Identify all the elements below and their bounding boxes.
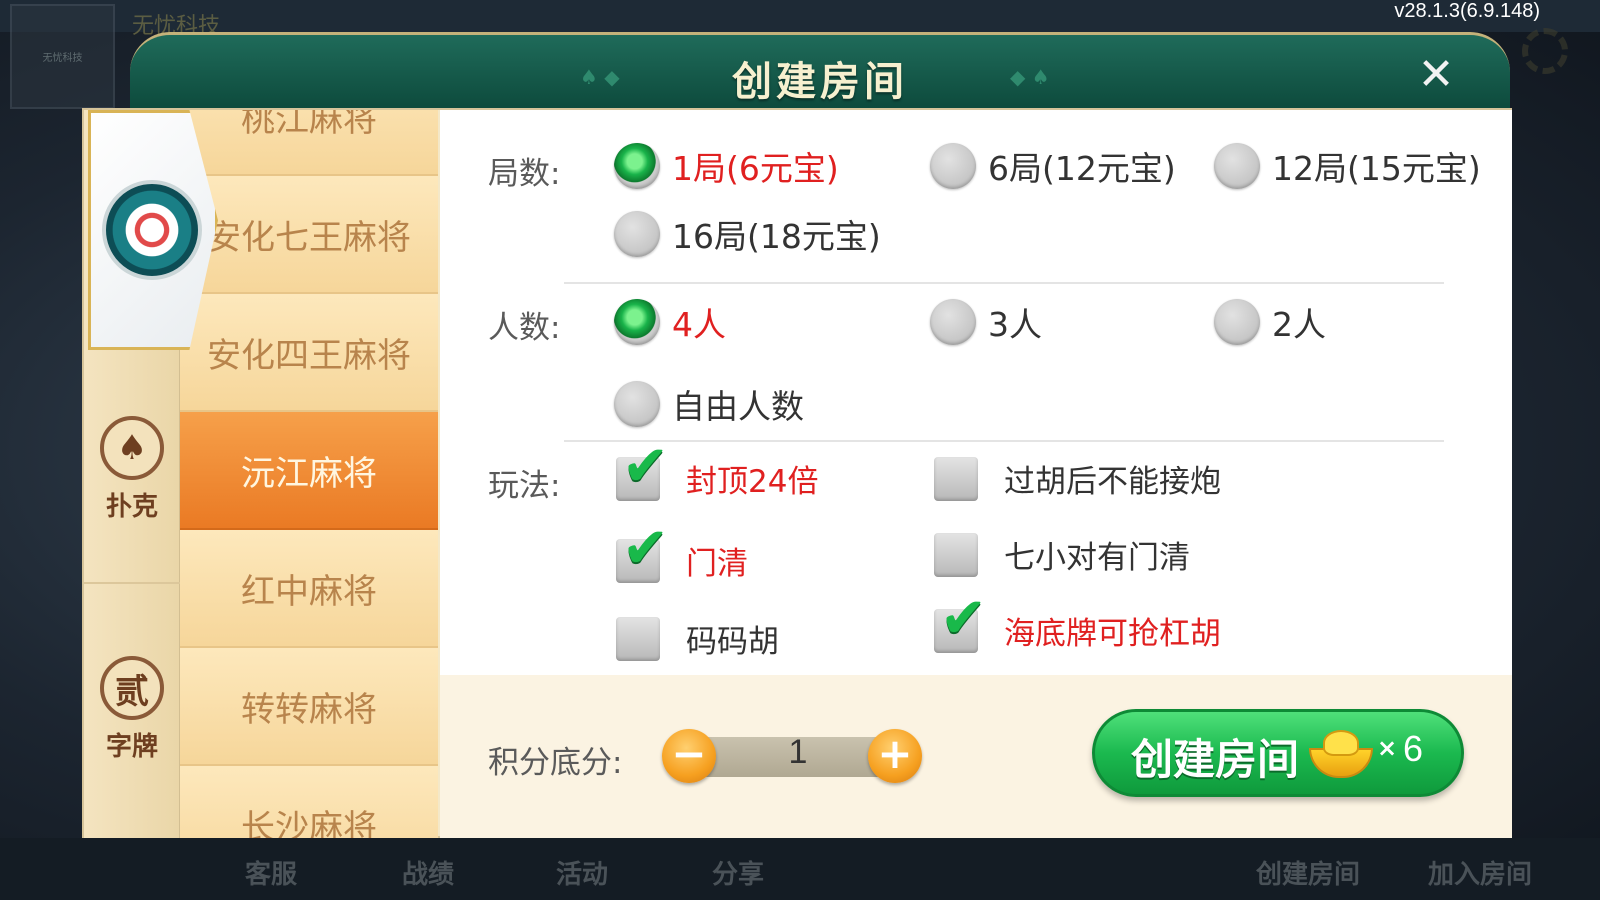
dialog-body: ♠ 扑克 贰 字牌 桃江麻将 安化七王麻将 安化四王麻将 沅江麻将 红中麻将 转… [82, 108, 1512, 838]
checkbox-icon: ✔ [616, 520, 669, 583]
rule-mamahu[interactable]: 码码胡 [616, 616, 779, 661]
decrement-button[interactable]: − [662, 729, 716, 783]
radio-icon [1214, 143, 1260, 189]
char-icon: 贰 [100, 656, 164, 720]
nav-share: 分享 [712, 860, 765, 890]
game-item-hongzhong[interactable]: 红中麻将 [180, 530, 438, 648]
rounds-option-6[interactable]: 6局(12元宝) [930, 142, 1176, 190]
category-label-zipai: 字牌 [105, 732, 158, 762]
players-option-free[interactable]: 自由人数 [614, 380, 804, 428]
divider [84, 582, 180, 584]
rounds-option-label: 16局(18元宝) [672, 217, 881, 256]
players-option-2[interactable]: 2人 [1214, 298, 1326, 346]
company-logo: 无忧科技 [10, 4, 115, 109]
rule-label: 七小对有门清 [1004, 540, 1190, 576]
rule-label: 门清 [686, 546, 748, 582]
rule-label: 码码胡 [686, 624, 779, 660]
rounds-option-12[interactable]: 12局(15元宝) [1214, 142, 1481, 190]
divider [564, 440, 1444, 442]
checkmark-icon: ✔ [940, 585, 987, 651]
rule-no-pao-after-hu[interactable]: 过胡后不能接炮 [934, 456, 1221, 501]
checkmark-icon: ✔ [622, 515, 669, 581]
checkbox-icon [616, 616, 660, 661]
rounds-option-label: 6局(12元宝) [988, 149, 1176, 188]
players-option-label: 自由人数 [672, 387, 804, 426]
spade-icon: ♠ [100, 416, 164, 480]
players-option-label: 3人 [988, 305, 1042, 344]
players-option-label: 4人 [672, 305, 726, 344]
game-item-anhua-4wang[interactable]: 安化四王麻将 [180, 294, 438, 412]
rule-label: 海底牌可抢杠胡 [1004, 616, 1221, 652]
category-tab-poker[interactable]: ♠ 扑克 [84, 416, 180, 523]
players-option-3[interactable]: 3人 [930, 298, 1042, 346]
gold-ingot-icon [1309, 730, 1373, 780]
create-room-button[interactable]: 创建房间 × 6 [1092, 709, 1464, 797]
dialog-title: 创建房间 [732, 59, 908, 105]
nav-records: 战绩 [402, 860, 455, 890]
mahjong-icon [102, 180, 202, 280]
rule-menqing[interactable]: ✔ 门清 [616, 520, 748, 583]
radio-icon [614, 211, 660, 257]
game-item-yuanjiang[interactable]: 沅江麻将 [180, 412, 438, 530]
game-list: 桃江麻将 安化七王麻将 安化四王麻将 沅江麻将 红中麻将 转转麻将 长沙麻将 [180, 110, 438, 838]
radio-icon [930, 299, 976, 345]
rule-label: 封顶24倍 [686, 464, 819, 500]
rounds-label: 局数: [488, 156, 561, 192]
category-tab-zipai[interactable]: 贰 字牌 [84, 656, 180, 763]
gear-icon [1522, 28, 1568, 74]
dialog-header: ♠ ◆ 创建房间 ◆ ♠ ✕ [130, 32, 1510, 110]
version-label: v28.1.3(6.9.148) [1394, 0, 1540, 22]
close-icon: ✕ [1417, 49, 1455, 100]
rule-cap-24x[interactable]: ✔ 封顶24倍 [616, 438, 819, 501]
lobby-top-bar [0, 0, 1600, 32]
rounds-option-label: 1局(6元宝) [672, 149, 839, 188]
radio-selected-icon [614, 299, 660, 345]
lobby-bottom-bar: 客服 战绩 活动 分享 创建房间 加入房间 [0, 838, 1600, 900]
game-item-zhuanzhuan[interactable]: 转转麻将 [180, 648, 438, 766]
rounds-option-label: 12局(15元宝) [1272, 149, 1481, 188]
nav-create-room: 创建房间 [1256, 860, 1361, 890]
game-item-taojiang[interactable]: 桃江麻将 [180, 110, 438, 176]
checkbox-icon [934, 532, 978, 577]
rounds-option-16[interactable]: 16局(18元宝) [614, 210, 881, 258]
create-cost: 6 [1403, 728, 1424, 769]
checkbox-icon: ✔ [934, 590, 987, 653]
logo-text: 无忧科技 [42, 53, 83, 64]
base-score-label: 积分底分: [488, 745, 623, 781]
create-room-label: 创建房间 [1131, 735, 1300, 784]
radio-selected-icon [614, 143, 660, 189]
players-option-label: 2人 [1272, 305, 1326, 344]
nav-join-room: 加入房间 [1428, 860, 1533, 890]
minus-icon: − [671, 729, 707, 778]
checkmark-icon: ✔ [622, 433, 669, 499]
rule-qixiaodui-menqing[interactable]: 七小对有门清 [934, 532, 1190, 577]
players-option-4[interactable]: 4人 [614, 298, 726, 346]
plus-icon: + [877, 729, 913, 778]
ornament-icon: ◆ ♠ [1010, 65, 1050, 89]
game-item-anhua-7wang[interactable]: 安化七王麻将 [180, 176, 438, 294]
multiply-sign: × [1377, 734, 1398, 762]
category-label-poker: 扑克 [105, 492, 158, 522]
options-panel: 局数: 1局(6元宝) 6局(12元宝) 12局(15元宝) 16局(18元宝)… [440, 110, 1512, 675]
divider [564, 282, 1444, 284]
nav-events: 活动 [556, 860, 609, 890]
players-label: 人数: [488, 310, 561, 346]
radio-icon [1214, 299, 1260, 345]
game-item-changsha[interactable]: 长沙麻将 [180, 766, 438, 838]
checkbox-icon: ✔ [616, 438, 669, 501]
increment-button[interactable]: + [868, 729, 922, 783]
radio-icon [930, 143, 976, 189]
close-button[interactable]: ✕ [1414, 53, 1458, 97]
dialog-footer: 积分底分: 1 − + 创建房间 × 6 [440, 675, 1512, 838]
rules-label: 玩法: [488, 468, 561, 504]
checkbox-icon [934, 456, 978, 501]
rule-haidi-qianggang[interactable]: ✔ 海底牌可抢杠胡 [934, 590, 1221, 653]
rounds-option-1[interactable]: 1局(6元宝) [614, 142, 839, 190]
nav-service: 客服 [245, 860, 298, 890]
rule-label: 过胡后不能接炮 [1004, 464, 1221, 500]
radio-icon [614, 381, 660, 427]
